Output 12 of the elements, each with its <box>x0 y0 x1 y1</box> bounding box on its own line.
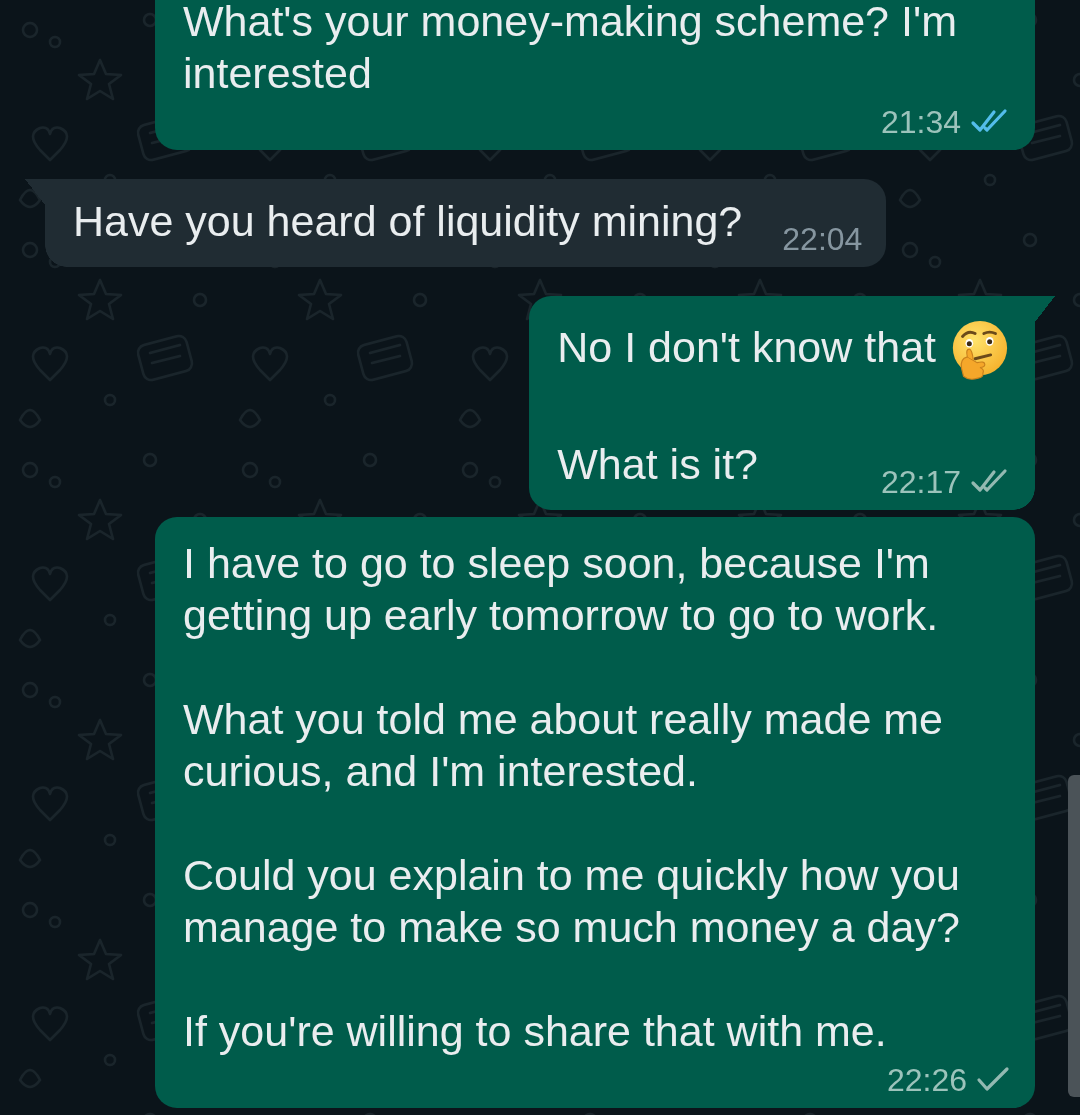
message-time: 22:26 <box>886 1063 967 1097</box>
message-text: If you're willing to share that with me. <box>183 1006 887 1057</box>
message-time: 21:34 <box>880 105 961 139</box>
message-text: What is it? <box>557 439 758 490</box>
message-text: What you told me about really made me curious, and I'm interested. <box>183 695 944 795</box>
message-text: I have to go to sleep soon, because I'm getting up early tomorrow to go to work. <box>183 539 939 639</box>
message-text: Could you explain to me quickly how you manage to make so much money a day? <box>183 851 960 951</box>
message-text: What's your money-making scheme? I'm interested <box>183 0 958 99</box>
message-text: Have you heard of liquidity mining? <box>73 196 743 247</box>
message-time: 22:04 <box>782 222 863 256</box>
message-time: 22:17 <box>880 465 961 499</box>
message-text: No I don't know that <box>557 323 936 372</box>
